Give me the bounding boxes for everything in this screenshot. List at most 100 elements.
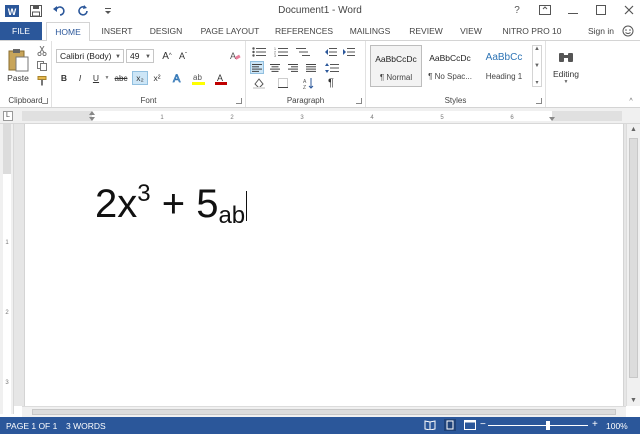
show-formatting-marks-button[interactable]: ¶ bbox=[324, 77, 338, 89]
tab-design[interactable]: DESIGN bbox=[144, 22, 188, 40]
chevron-up-icon[interactable]: ▲ bbox=[534, 46, 540, 52]
zoom-slider[interactable] bbox=[488, 425, 588, 426]
ribbon-display-options-icon[interactable] bbox=[538, 3, 552, 17]
word-app-icon[interactable]: W bbox=[4, 3, 20, 19]
font-color-icon[interactable]: A bbox=[212, 71, 230, 85]
sign-in-link[interactable]: Sign in bbox=[588, 22, 614, 40]
ribbon-tabs: FILE HOME INSERT DESIGN PAGE LAYOUT REFE… bbox=[0, 22, 640, 41]
editing-group: Editing ▼ bbox=[546, 41, 586, 107]
strikethrough-button[interactable]: abc bbox=[112, 71, 130, 85]
redo-icon[interactable] bbox=[76, 3, 92, 19]
minimize-icon[interactable] bbox=[566, 3, 580, 17]
tab-review[interactable]: REVIEW bbox=[404, 22, 448, 40]
tab-file[interactable]: FILE bbox=[0, 22, 42, 40]
collapse-ribbon-icon[interactable]: ^ bbox=[626, 97, 636, 105]
format-painter-icon[interactable] bbox=[36, 75, 48, 87]
underline-button[interactable]: U bbox=[90, 71, 102, 85]
vertical-scroll-thumb[interactable] bbox=[629, 138, 638, 378]
print-layout-icon[interactable] bbox=[444, 419, 456, 433]
text-effects-icon[interactable]: A bbox=[170, 71, 186, 85]
vertical-ruler-ticks: 123 bbox=[3, 124, 11, 414]
zoom-slider-thumb[interactable] bbox=[546, 421, 550, 430]
tab-nitro-pro[interactable]: NITRO PRO 10 bbox=[496, 22, 568, 40]
justify-button[interactable] bbox=[304, 61, 318, 74]
document-text[interactable]: 2x3 + 5ab bbox=[95, 180, 248, 230]
tab-mailings[interactable]: MAILINGS bbox=[344, 22, 396, 40]
style-heading-1[interactable]: AaBbCc Heading 1 bbox=[478, 45, 530, 87]
page-count[interactable]: PAGE 1 OF 1 bbox=[6, 421, 57, 431]
font-dialog-launcher[interactable] bbox=[236, 98, 242, 104]
clear-formatting-icon[interactable]: A bbox=[228, 49, 242, 63]
maximize-icon[interactable] bbox=[594, 3, 608, 17]
copy-icon[interactable] bbox=[36, 60, 48, 72]
bold-button[interactable]: B bbox=[58, 71, 70, 85]
styles-gallery-scroll[interactable]: ▲ ▼ ▾ bbox=[532, 45, 542, 87]
customize-qat-icon[interactable] bbox=[100, 3, 116, 19]
svg-text:W: W bbox=[8, 7, 17, 17]
window-controls: ? bbox=[510, 3, 636, 17]
tab-page-layout[interactable]: PAGE LAYOUT bbox=[196, 22, 264, 40]
horizontal-scrollbar[interactable] bbox=[22, 406, 626, 417]
clipboard-dialog-launcher[interactable] bbox=[42, 98, 48, 104]
decrease-indent-icon[interactable] bbox=[324, 45, 338, 59]
status-bar: PAGE 1 OF 1 3 WORDS − + 100% bbox=[0, 417, 640, 434]
chevron-down-icon[interactable]: ▼ bbox=[104, 74, 110, 82]
scroll-down-icon[interactable]: ▼ bbox=[630, 397, 637, 404]
italic-button[interactable]: I bbox=[74, 71, 86, 85]
shrink-font-icon[interactable]: Aˇ bbox=[176, 49, 190, 63]
web-layout-icon[interactable] bbox=[464, 420, 476, 432]
align-right-button[interactable] bbox=[286, 61, 300, 74]
horizontal-scroll-thumb[interactable] bbox=[32, 409, 616, 415]
zoom-out-button[interactable]: − bbox=[480, 419, 486, 430]
align-left-button[interactable] bbox=[250, 61, 264, 74]
scroll-up-icon[interactable]: ▲ bbox=[630, 126, 637, 133]
smiley-feedback-icon[interactable] bbox=[622, 25, 634, 37]
paragraph-group: 123 AZ ¶ Paragraph bbox=[246, 41, 366, 107]
tab-insert[interactable]: INSERT bbox=[96, 22, 138, 40]
zoom-level[interactable]: 100% bbox=[606, 421, 628, 431]
style-normal[interactable]: AaBbCcDc ¶ Normal bbox=[370, 45, 422, 87]
document-page[interactable]: 2x3 + 5ab bbox=[24, 124, 624, 406]
font-family-combo[interactable]: Calibri (Body) ▼ bbox=[56, 49, 124, 63]
ruler-strip[interactable]: 1 2 3 4 5 6 bbox=[22, 111, 622, 121]
paste-button[interactable]: Paste bbox=[4, 45, 32, 85]
font-size-combo[interactable]: 49 ▼ bbox=[126, 49, 154, 63]
line-spacing-icon[interactable] bbox=[324, 61, 340, 74]
increase-indent-icon[interactable] bbox=[342, 45, 356, 59]
tab-selector[interactable]: L bbox=[3, 111, 13, 121]
paragraph-group-label: Paragraph bbox=[286, 96, 325, 105]
svg-text:4: 4 bbox=[370, 115, 374, 121]
help-button[interactable]: ? bbox=[510, 3, 524, 17]
binoculars-icon bbox=[559, 52, 573, 62]
styles-dialog-launcher[interactable] bbox=[536, 98, 542, 104]
tab-references[interactable]: REFERENCES bbox=[272, 22, 336, 40]
multilevel-list-icon[interactable] bbox=[294, 45, 312, 59]
chevron-down-icon[interactable]: ▼ bbox=[534, 63, 540, 69]
vertical-scrollbar[interactable]: ▲ ▼ bbox=[626, 124, 640, 406]
word-count[interactable]: 3 WORDS bbox=[66, 421, 106, 431]
vertical-ruler[interactable]: 123 bbox=[0, 124, 14, 414]
align-center-button[interactable] bbox=[268, 61, 282, 74]
subscript-button[interactable]: x₂ bbox=[132, 71, 148, 85]
zoom-in-button[interactable]: + bbox=[592, 419, 598, 430]
read-mode-icon[interactable] bbox=[424, 420, 436, 432]
cut-icon[interactable] bbox=[36, 45, 48, 57]
editing-button[interactable]: Editing ▼ bbox=[550, 45, 582, 89]
more-icon[interactable]: ▾ bbox=[535, 79, 538, 86]
highlight-color-icon[interactable]: ab bbox=[190, 71, 208, 85]
style-no-spacing[interactable]: AaBbCcDc ¶ No Spac... bbox=[424, 45, 476, 87]
bullets-icon[interactable] bbox=[250, 45, 268, 59]
numbering-icon[interactable]: 123 bbox=[272, 45, 290, 59]
undo-icon[interactable] bbox=[52, 3, 68, 19]
paragraph-dialog-launcher[interactable] bbox=[356, 98, 362, 104]
grow-font-icon[interactable]: A ^ bbox=[160, 49, 174, 63]
tab-view[interactable]: VIEW bbox=[454, 22, 488, 40]
sort-icon[interactable]: AZ bbox=[302, 77, 316, 89]
save-icon[interactable] bbox=[28, 3, 44, 19]
close-icon[interactable] bbox=[622, 3, 636, 17]
superscript-button[interactable]: x² bbox=[150, 71, 164, 85]
tab-home[interactable]: HOME bbox=[46, 22, 90, 41]
shading-icon[interactable] bbox=[250, 77, 268, 89]
style-sample: AaBbCc bbox=[485, 52, 523, 63]
borders-icon[interactable] bbox=[274, 77, 292, 89]
